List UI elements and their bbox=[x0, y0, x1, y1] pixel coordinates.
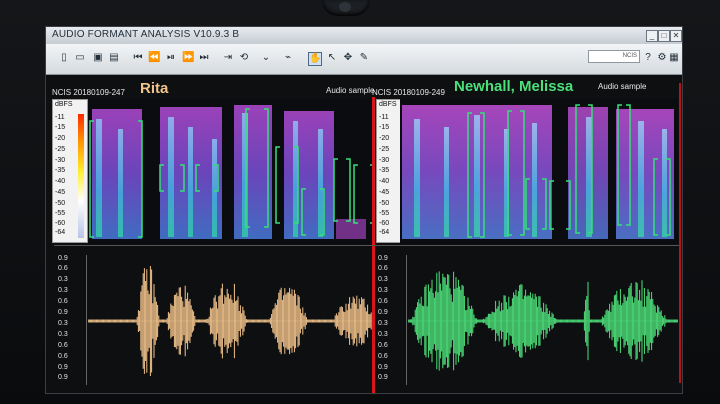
left-speaker-name: Rita bbox=[140, 80, 169, 97]
tick: 0.6 bbox=[58, 342, 68, 349]
settings-icon[interactable]: ⚙ bbox=[656, 52, 668, 64]
right-sample-id: NCIS 20180109-249 bbox=[372, 88, 445, 97]
right-spectrogram bbox=[400, 99, 678, 244]
left-sample-tag: Audio sample bbox=[326, 86, 375, 95]
tick: 0.3 bbox=[58, 276, 68, 283]
play-pause-icon[interactable]: ⏯ bbox=[165, 52, 177, 64]
rewind-icon[interactable]: ⏪ bbox=[148, 52, 160, 64]
tick: 0.9 bbox=[378, 374, 388, 381]
close-button[interactable]: ✕ bbox=[670, 30, 682, 42]
tick: -45 bbox=[379, 189, 390, 196]
right-amplitude-scale: 0.9 0.6 0.3 0.3 0.6 0.9 0.3 0.3 0.6 0.6 … bbox=[376, 255, 407, 385]
tick: 0.6 bbox=[58, 353, 68, 360]
tick: 0.9 bbox=[378, 364, 388, 371]
tick: -50 bbox=[379, 200, 390, 207]
marker-icon[interactable]: ⌄ bbox=[260, 52, 272, 64]
tick: 0.9 bbox=[58, 364, 68, 371]
tick: -20 bbox=[55, 135, 66, 142]
open-icon[interactable]: ▭ bbox=[74, 52, 86, 64]
pen-icon[interactable]: ✎ bbox=[358, 52, 370, 64]
tick: 0.6 bbox=[378, 298, 388, 305]
toolbar: ▯ ▭ ▣ ▤ ⏮ ⏪ ⏯ ⏩ ⏭ ⇥ ⟲ ⌄ ⌁ ✋ ↖ ✥ ✎ NCIS ?… bbox=[46, 44, 682, 75]
loop-icon[interactable]: ⟲ bbox=[238, 52, 250, 64]
tick: -55 bbox=[55, 210, 66, 217]
tick: 0.9 bbox=[58, 255, 68, 262]
tick: -50 bbox=[55, 200, 66, 207]
print-icon[interactable]: ▤ bbox=[108, 52, 120, 64]
panel-icon[interactable]: ▦ bbox=[668, 52, 680, 64]
tick: 0.3 bbox=[58, 331, 68, 338]
tick: 0.3 bbox=[378, 276, 388, 283]
tick: -25 bbox=[55, 146, 66, 153]
analysis-area: NCIS 20180109-247 Rita Audio sample dBFS… bbox=[46, 75, 682, 393]
tick: -15 bbox=[55, 124, 66, 131]
tick: 0.3 bbox=[378, 320, 388, 327]
hand-icon[interactable]: ✋ bbox=[308, 52, 322, 66]
tick: -60 bbox=[379, 220, 390, 227]
skip-forward-icon[interactable]: ⏭ bbox=[198, 52, 210, 64]
skip-back-icon[interactable]: ⏮ bbox=[132, 52, 144, 64]
tick: 0.9 bbox=[378, 309, 388, 316]
panel-divider bbox=[54, 245, 680, 246]
left-spectrogram bbox=[88, 99, 372, 244]
tick: 0.9 bbox=[58, 309, 68, 316]
tick: -40 bbox=[55, 178, 66, 185]
tick: -45 bbox=[55, 189, 66, 196]
tick: -60 bbox=[55, 220, 66, 227]
title-bar: AUDIO FORMANT ANALYSIS V10.9.3 B _ □ ✕ bbox=[46, 27, 682, 44]
tick: -55 bbox=[379, 210, 390, 217]
tick: 0.6 bbox=[58, 265, 68, 272]
left-amplitude-scale: 0.9 0.6 0.3 0.3 0.6 0.9 0.3 0.3 0.6 0.6 … bbox=[56, 255, 87, 385]
tick: 0.3 bbox=[58, 320, 68, 327]
tick: -30 bbox=[55, 157, 66, 164]
tick: 0.3 bbox=[378, 287, 388, 294]
right-waveform bbox=[408, 271, 678, 371]
fast-forward-icon[interactable]: ⏩ bbox=[182, 52, 194, 64]
tick: -30 bbox=[379, 157, 390, 164]
tick: -11 bbox=[55, 114, 65, 121]
right-dbfs-label: dBFS bbox=[379, 101, 397, 108]
left-dbfs-scale: dBFS -11 -15 -20 -25 -30 -35 -40 -45 -50… bbox=[52, 99, 88, 243]
tick: -35 bbox=[55, 167, 66, 174]
window-title: AUDIO FORMANT ANALYSIS V10.9.3 B bbox=[52, 29, 240, 40]
tick: -15 bbox=[379, 124, 390, 131]
tick: 0.3 bbox=[58, 287, 68, 294]
pointer-icon[interactable]: ↖ bbox=[326, 52, 338, 64]
new-icon[interactable]: ▯ bbox=[58, 52, 70, 64]
right-speaker-name: Newhall, Melissa bbox=[454, 78, 574, 95]
left-sample-id: NCIS 20180109-247 bbox=[52, 88, 125, 97]
minimize-button[interactable]: _ bbox=[646, 30, 658, 42]
save-icon[interactable]: ▣ bbox=[92, 52, 104, 64]
tick: -40 bbox=[379, 178, 390, 185]
search-input[interactable]: NCIS bbox=[588, 50, 640, 63]
tick: 0.6 bbox=[58, 298, 68, 305]
right-edge-marker bbox=[679, 83, 681, 383]
tick: 0.6 bbox=[378, 342, 388, 349]
move-icon[interactable]: ✥ bbox=[342, 52, 354, 64]
tick: -11 bbox=[379, 114, 389, 121]
left-waveform bbox=[88, 266, 372, 376]
app-window: AUDIO FORMANT ANALYSIS V10.9.3 B _ □ ✕ ▯… bbox=[45, 26, 683, 394]
right-sample-tag: Audio sample bbox=[598, 82, 647, 91]
step-icon[interactable]: ⇥ bbox=[222, 52, 234, 64]
tick: 0.3 bbox=[378, 331, 388, 338]
tick: -20 bbox=[379, 135, 390, 142]
help-icon[interactable]: ? bbox=[642, 52, 654, 64]
left-dbfs-label: dBFS bbox=[55, 101, 73, 108]
tick: 0.9 bbox=[58, 374, 68, 381]
tick: 0.6 bbox=[378, 353, 388, 360]
tick: -64 bbox=[379, 229, 390, 236]
marker2-icon[interactable]: ⌁ bbox=[282, 52, 294, 64]
left-dbfs-colorbar bbox=[78, 114, 84, 238]
maximize-button[interactable]: □ bbox=[658, 30, 670, 42]
tick: 0.6 bbox=[378, 265, 388, 272]
tick: -35 bbox=[379, 167, 390, 174]
tick: 0.9 bbox=[378, 255, 388, 262]
tick: -64 bbox=[55, 229, 66, 236]
tick: -25 bbox=[379, 146, 390, 153]
